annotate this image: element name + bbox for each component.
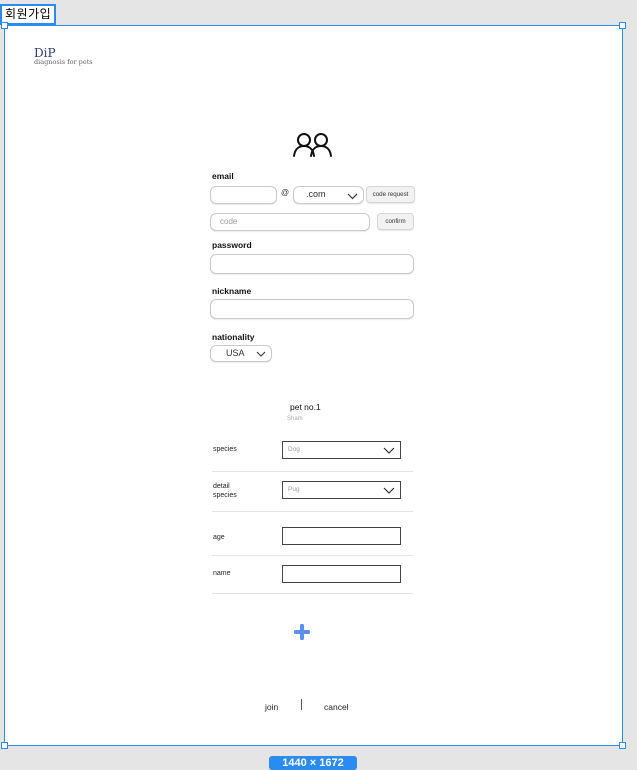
nationality-value: USA [226, 348, 245, 358]
pet-title: pet no.1 [290, 402, 321, 412]
email-domain-value: .com [306, 189, 326, 199]
join-button[interactable]: join [265, 702, 278, 712]
frame-name-tag[interactable]: 회원가입 [0, 4, 57, 25]
email-domain-select[interactable]: .com [293, 186, 364, 204]
chevron-down-icon [347, 193, 358, 200]
nickname-label: nickname [212, 286, 252, 296]
species-value: Dog [288, 446, 300, 453]
detail-species-select[interactable]: Pug [282, 481, 401, 499]
detail-species-label: detail species [213, 482, 237, 500]
row-divider [212, 555, 413, 556]
plus-icon[interactable] [293, 623, 311, 641]
resize-handle-bottom-left[interactable] [1, 742, 8, 749]
chevron-down-icon [383, 487, 395, 494]
nickname-input[interactable] [210, 299, 414, 319]
code-request-button[interactable]: code request [366, 186, 415, 203]
detail-species-label-line-2: species [213, 492, 237, 499]
name-input[interactable] [282, 565, 401, 583]
chevron-down-icon [383, 447, 395, 454]
resize-handle-top-left[interactable] [1, 22, 8, 29]
age-label: age [213, 534, 225, 541]
species-select[interactable]: Dog [282, 441, 401, 459]
detail-species-value: Pug [288, 486, 300, 493]
chevron-down-icon [256, 351, 266, 357]
confirm-button[interactable]: confirm [377, 213, 414, 230]
users-icon [293, 133, 332, 157]
resize-handle-bottom-right[interactable] [619, 742, 626, 749]
name-label: name [213, 570, 231, 577]
logo[interactable]: DiP diagnosis for pets [34, 47, 93, 66]
cancel-button[interactable]: cancel [324, 702, 349, 712]
nationality-label: nationality [212, 332, 255, 342]
password-input[interactable] [210, 254, 414, 274]
frame-size-badge: 1440 × 1672 [269, 756, 357, 770]
at-sign: @ [281, 188, 290, 197]
email-label: email [212, 171, 234, 181]
detail-species-label-line-1: detail [213, 483, 230, 490]
email-local-input[interactable] [210, 186, 277, 204]
row-divider [212, 593, 413, 594]
signup-frame[interactable]: DiP diagnosis for pets email @ .com code… [1, 22, 626, 749]
pet-subtitle: Sham [287, 416, 303, 422]
species-label: species [213, 446, 237, 453]
code-placeholder: code [220, 217, 238, 226]
row-divider [212, 471, 413, 472]
age-input[interactable] [282, 527, 401, 545]
row-divider [212, 511, 413, 512]
resize-handle-top-right[interactable] [619, 22, 626, 29]
password-label: password [212, 240, 252, 250]
code-input[interactable]: code [210, 213, 370, 231]
footer-separator [301, 699, 302, 710]
nationality-select[interactable]: USA [210, 345, 272, 362]
logo-subtitle: diagnosis for pets [34, 58, 93, 66]
